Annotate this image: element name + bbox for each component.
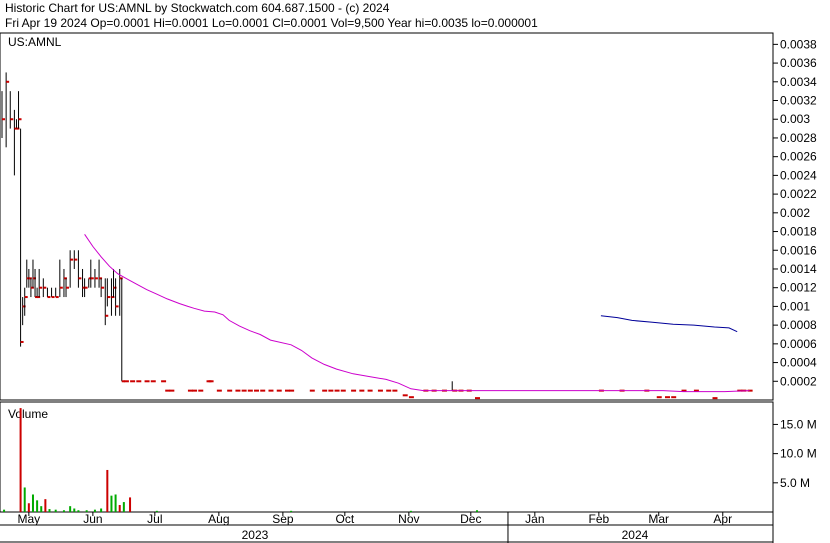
price-y-tick-label: 0.0022 — [780, 187, 817, 201]
volume-y-tick-label: 15.0 M — [780, 417, 817, 431]
month-label: Oct — [335, 512, 354, 526]
price-y-tick-label: 0.0026 — [780, 150, 817, 164]
volume-bar — [48, 509, 51, 512]
price-y-tick-label: 0.0002 — [780, 374, 817, 388]
price-y-tick-label: 0.0004 — [780, 356, 817, 370]
month-label: Dec — [460, 512, 481, 526]
year-label: 2023 — [242, 528, 269, 542]
header-line-2: Fri Apr 19 2024 Op=0.0001 Hi=0.0001 Lo=0… — [5, 16, 538, 30]
price-y-tick-label: 0.0038 — [780, 37, 817, 51]
price-y-tick-label: 0.0028 — [780, 131, 817, 145]
volume-bar — [118, 504, 121, 512]
month-label: Jan — [525, 512, 544, 526]
month-label: Mar — [648, 512, 669, 526]
price-y-tick-label: 0.0018 — [780, 225, 817, 239]
month-label: May — [18, 512, 41, 526]
volume-panel-title: Volume — [8, 407, 48, 421]
price-y-tick-label: 0.0032 — [780, 94, 817, 108]
price-panel-frame — [0, 32, 774, 401]
volume-bar — [31, 494, 34, 512]
volume-bar — [110, 495, 113, 512]
volume-bar — [69, 506, 72, 512]
volume-bar — [23, 487, 26, 512]
volume-panel: Volume 5.0 M 10.0 M 15.0 M — [0, 401, 817, 513]
month-label: Nov — [398, 512, 419, 526]
price-y-tick-label: 0.002 — [780, 206, 810, 220]
volume-bar — [27, 503, 30, 512]
volume-bar — [54, 509, 57, 512]
month-label: Sep — [272, 512, 294, 526]
price-panel: US:AMNL 0.0002 0.0004 0.0006 0.0008 0.001 0.0… — [0, 32, 817, 401]
price-y-tick-label: 0.0024 — [780, 168, 817, 182]
volume-bar — [114, 494, 117, 512]
volume-y-tick-label: 10.0 M — [780, 447, 817, 461]
month-label: Apr — [713, 512, 732, 526]
volume-bar — [40, 506, 43, 512]
volume-y-tick-label: 5.0 M — [780, 476, 810, 490]
price-y-tick-label: 0.0034 — [780, 75, 817, 89]
price-y-tick-label: 0.0006 — [780, 337, 817, 351]
price-y-tick-label: 0.0036 — [780, 56, 817, 70]
year-label: 2024 — [622, 528, 649, 542]
volume-bar — [36, 500, 39, 512]
price-y-tick-label: 0.001 — [780, 299, 810, 313]
header-line-1: Historic Chart for US:AMNL by Stockwatch… — [5, 1, 390, 15]
volume-bar — [73, 508, 76, 512]
volume-bar — [122, 502, 125, 512]
price-y-tick-label: 0.0014 — [780, 262, 817, 276]
volume-bar — [3, 509, 6, 512]
price-y-tick-label: 0.0012 — [780, 281, 817, 295]
volume-bar — [106, 469, 109, 512]
month-label: Jun — [83, 512, 102, 526]
volume-bar — [129, 497, 132, 512]
month-label: Jul — [147, 512, 162, 526]
stock-chart: Historic Chart for US:AMNL by Stockwatch… — [0, 0, 830, 543]
price-y-tick-label: 0.0016 — [780, 243, 817, 257]
price-y-tick-label: 0.0008 — [780, 318, 817, 332]
month-label: Feb — [589, 512, 610, 526]
month-label: Aug — [208, 512, 229, 526]
volume-bar — [44, 499, 47, 512]
price-y-tick-label: 0.003 — [780, 112, 810, 126]
volume-bar — [19, 408, 22, 512]
volume-bar — [62, 510, 65, 512]
volume-bar — [77, 510, 80, 512]
chart-canvas: Historic Chart for US:AMNL by Stockwatch… — [0, 0, 830, 543]
price-panel-title: US:AMNL — [8, 35, 62, 49]
